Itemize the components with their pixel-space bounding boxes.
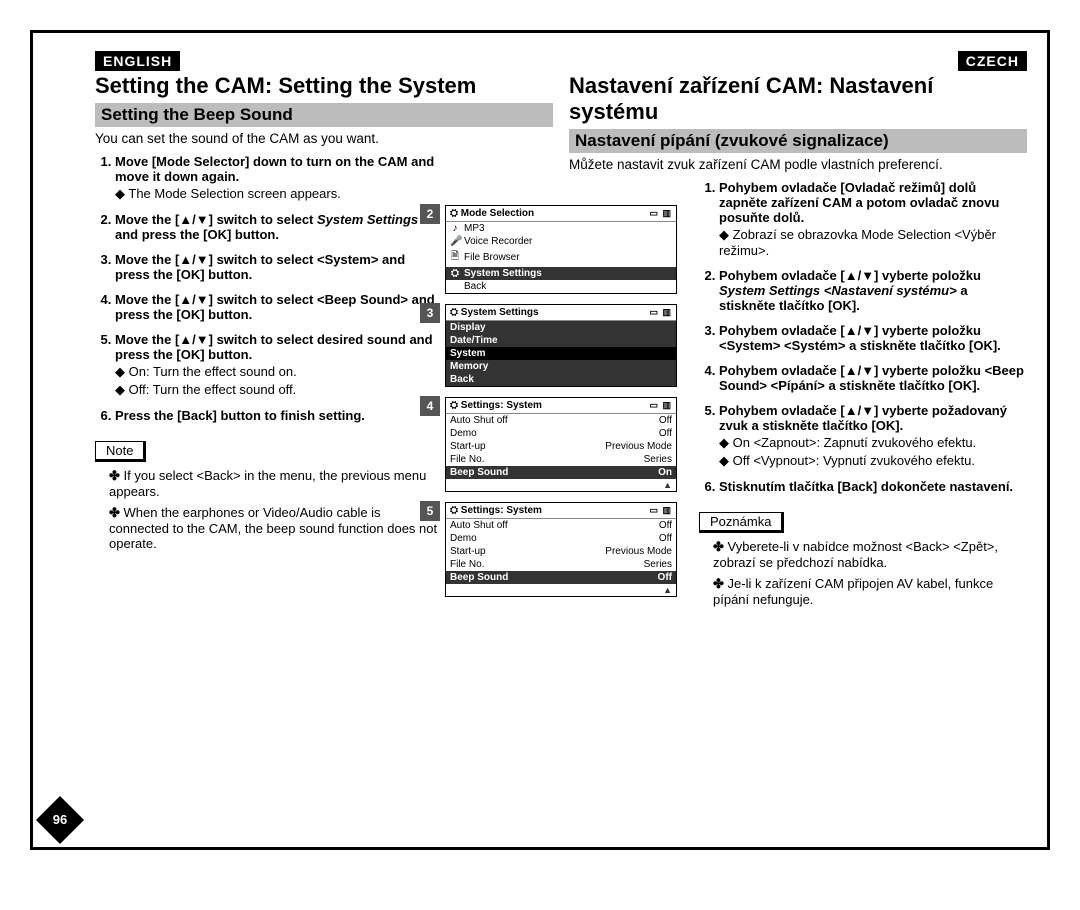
menu-row: ♪ MP3 bbox=[446, 222, 676, 235]
row-value: On bbox=[658, 467, 672, 478]
right-notes: Vyberete-li v nabídce možnost <Back> <Zp… bbox=[699, 539, 1027, 607]
row-label: File Browser bbox=[464, 252, 520, 263]
menu-row: Demo Off bbox=[446, 532, 676, 545]
menu-row: Auto Shut off Off bbox=[446, 519, 676, 532]
menu-row: File No. Series bbox=[446, 453, 676, 466]
row-label: File No. bbox=[450, 559, 484, 570]
manual-page: ENGLISH Setting the CAM: Setting the Sys… bbox=[30, 30, 1050, 850]
menu-row: System bbox=[446, 347, 676, 360]
row-label: Start-up bbox=[450, 441, 486, 452]
menu-row: Back bbox=[446, 373, 676, 386]
row-label: Beep Sound bbox=[450, 467, 508, 478]
row-value: Series bbox=[644, 559, 672, 570]
screen-title: ⛭ Settings: System▭ ▥ bbox=[446, 398, 676, 414]
row-label: Demo bbox=[450, 533, 477, 544]
row-label: Display bbox=[450, 322, 486, 333]
row-value: Previous Mode bbox=[605, 546, 672, 557]
menu-row: Memory bbox=[446, 360, 676, 373]
menu-row: Date/Time bbox=[446, 334, 676, 347]
menu-row: Back bbox=[446, 280, 676, 293]
left-subhead: Setting the Beep Sound bbox=[95, 103, 553, 127]
row-icon: 🗎 bbox=[450, 249, 460, 266]
row-value: Off bbox=[659, 415, 672, 426]
step-2: Pohybem ovladače [▲/▼] vyberte položku S… bbox=[719, 268, 1027, 313]
note-label: Note bbox=[95, 441, 146, 462]
row-value: Previous Mode bbox=[605, 441, 672, 452]
row-value: Off bbox=[659, 533, 672, 544]
step-3: Move the [▲/▼] switch to select <System>… bbox=[115, 252, 443, 282]
menu-row: ⛭ System Settings bbox=[446, 267, 676, 280]
left-intro: You can set the sound of the CAM as you … bbox=[95, 131, 553, 146]
step-2: Move the [▲/▼] switch to select System S… bbox=[115, 212, 443, 242]
step-6: Stisknutím tlačítka [Back] dokončete nas… bbox=[719, 479, 1027, 494]
step-4: Pohybem ovladače [▲/▼] vyberte položku <… bbox=[719, 363, 1027, 393]
menu-row: Start-up Previous Mode bbox=[446, 440, 676, 453]
right-title: Nastavení zařízení CAM: Nastavení systém… bbox=[569, 73, 1027, 125]
screen-title: ⛭ Settings: System▭ ▥ bbox=[446, 503, 676, 519]
row-icon: 🎤 bbox=[450, 236, 460, 247]
right-steps: Pohybem ovladače [Ovladač režimů] dolů z… bbox=[699, 180, 1027, 494]
menu-row: Start-up Previous Mode bbox=[446, 545, 676, 558]
screen-number-badge: 2 bbox=[420, 204, 440, 224]
menu-row: 🎤 Voice Recorder bbox=[446, 235, 676, 248]
left-steps: Move [Mode Selector] down to turn on the… bbox=[95, 154, 443, 423]
row-label: Auto Shut off bbox=[450, 520, 508, 531]
menu-row: Demo Off bbox=[446, 427, 676, 440]
scroll-arrows: ▲ bbox=[446, 584, 676, 596]
menu-row: File No. Series bbox=[446, 558, 676, 571]
screen-5: 5⛭ Settings: System▭ ▥Auto Shut offOffDe… bbox=[445, 502, 677, 597]
right-subhead: Nastavení pípání (zvukové signalizace) bbox=[569, 129, 1027, 153]
step-5: Move the [▲/▼] switch to select desired … bbox=[115, 332, 443, 398]
screen-number-badge: 3 bbox=[420, 303, 440, 323]
row-label: Voice Recorder bbox=[464, 236, 532, 247]
step-4: Move the [▲/▼] switch to select <Beep So… bbox=[115, 292, 443, 322]
menu-row: Beep Sound Off bbox=[446, 571, 676, 584]
device-screens: 2⛭ Mode Selection▭ ▥♪MP3🎤Voice Recorder🗎… bbox=[445, 205, 677, 607]
screen-number-badge: 5 bbox=[420, 501, 440, 521]
step-5: Pohybem ovladače [▲/▼] vyberte požadovan… bbox=[719, 403, 1027, 469]
menu-row: Beep Sound On bbox=[446, 466, 676, 479]
row-label: MP3 bbox=[464, 223, 485, 234]
row-label: Memory bbox=[450, 361, 488, 372]
step-3: Pohybem ovladače [▲/▼] vyberte položku <… bbox=[719, 323, 1027, 353]
lang-czech: CZECH bbox=[958, 51, 1027, 71]
row-value: Off bbox=[659, 428, 672, 439]
note-label-cz: Poznámka bbox=[699, 512, 784, 533]
row-icon: ⛭ bbox=[450, 268, 460, 279]
row-label: Date/Time bbox=[450, 335, 498, 346]
screen-title: ⛭ System Settings▭ ▥ bbox=[446, 305, 676, 321]
row-value: Off bbox=[659, 520, 672, 531]
row-value: Series bbox=[644, 454, 672, 465]
left-notes: If you select <Back> in the menu, the pr… bbox=[95, 468, 443, 551]
menu-row: 🗎 File Browser bbox=[446, 248, 676, 267]
menu-row: Display bbox=[446, 321, 676, 334]
row-label: System bbox=[450, 348, 486, 359]
step-1: Pohybem ovladače [Ovladač režimů] dolů z… bbox=[719, 180, 1027, 258]
right-intro: Můžete nastavit zvuk zařízení CAM podle … bbox=[569, 157, 1027, 172]
step-1: Move [Mode Selector] down to turn on the… bbox=[115, 154, 443, 202]
row-label: Auto Shut off bbox=[450, 415, 508, 426]
left-title: Setting the CAM: Setting the System bbox=[95, 73, 553, 99]
screen-2: 2⛭ Mode Selection▭ ▥♪MP3🎤Voice Recorder🗎… bbox=[445, 205, 677, 294]
scroll-arrows: ▲ bbox=[446, 479, 676, 491]
row-value: Off bbox=[658, 572, 672, 583]
row-label: Demo bbox=[450, 428, 477, 439]
row-icon: ♪ bbox=[450, 223, 460, 234]
row-label: Back bbox=[450, 374, 474, 385]
screen-number-badge: 4 bbox=[420, 396, 440, 416]
screen-3: 3⛭ System Settings▭ ▥DisplayDate/TimeSys… bbox=[445, 304, 677, 387]
screen-4: 4⛭ Settings: System▭ ▥Auto Shut offOffDe… bbox=[445, 397, 677, 492]
page-number: 96 bbox=[36, 796, 84, 844]
row-label: System Settings bbox=[464, 268, 542, 279]
menu-row: Auto Shut off Off bbox=[446, 414, 676, 427]
step-6: Press the [Back] button to finish settin… bbox=[115, 408, 443, 423]
row-label: Start-up bbox=[450, 546, 486, 557]
row-label: File No. bbox=[450, 454, 484, 465]
row-label: Back bbox=[464, 281, 486, 292]
lang-english: ENGLISH bbox=[95, 51, 180, 71]
row-label: Beep Sound bbox=[450, 572, 508, 583]
screen-title: ⛭ Mode Selection▭ ▥ bbox=[446, 206, 676, 222]
